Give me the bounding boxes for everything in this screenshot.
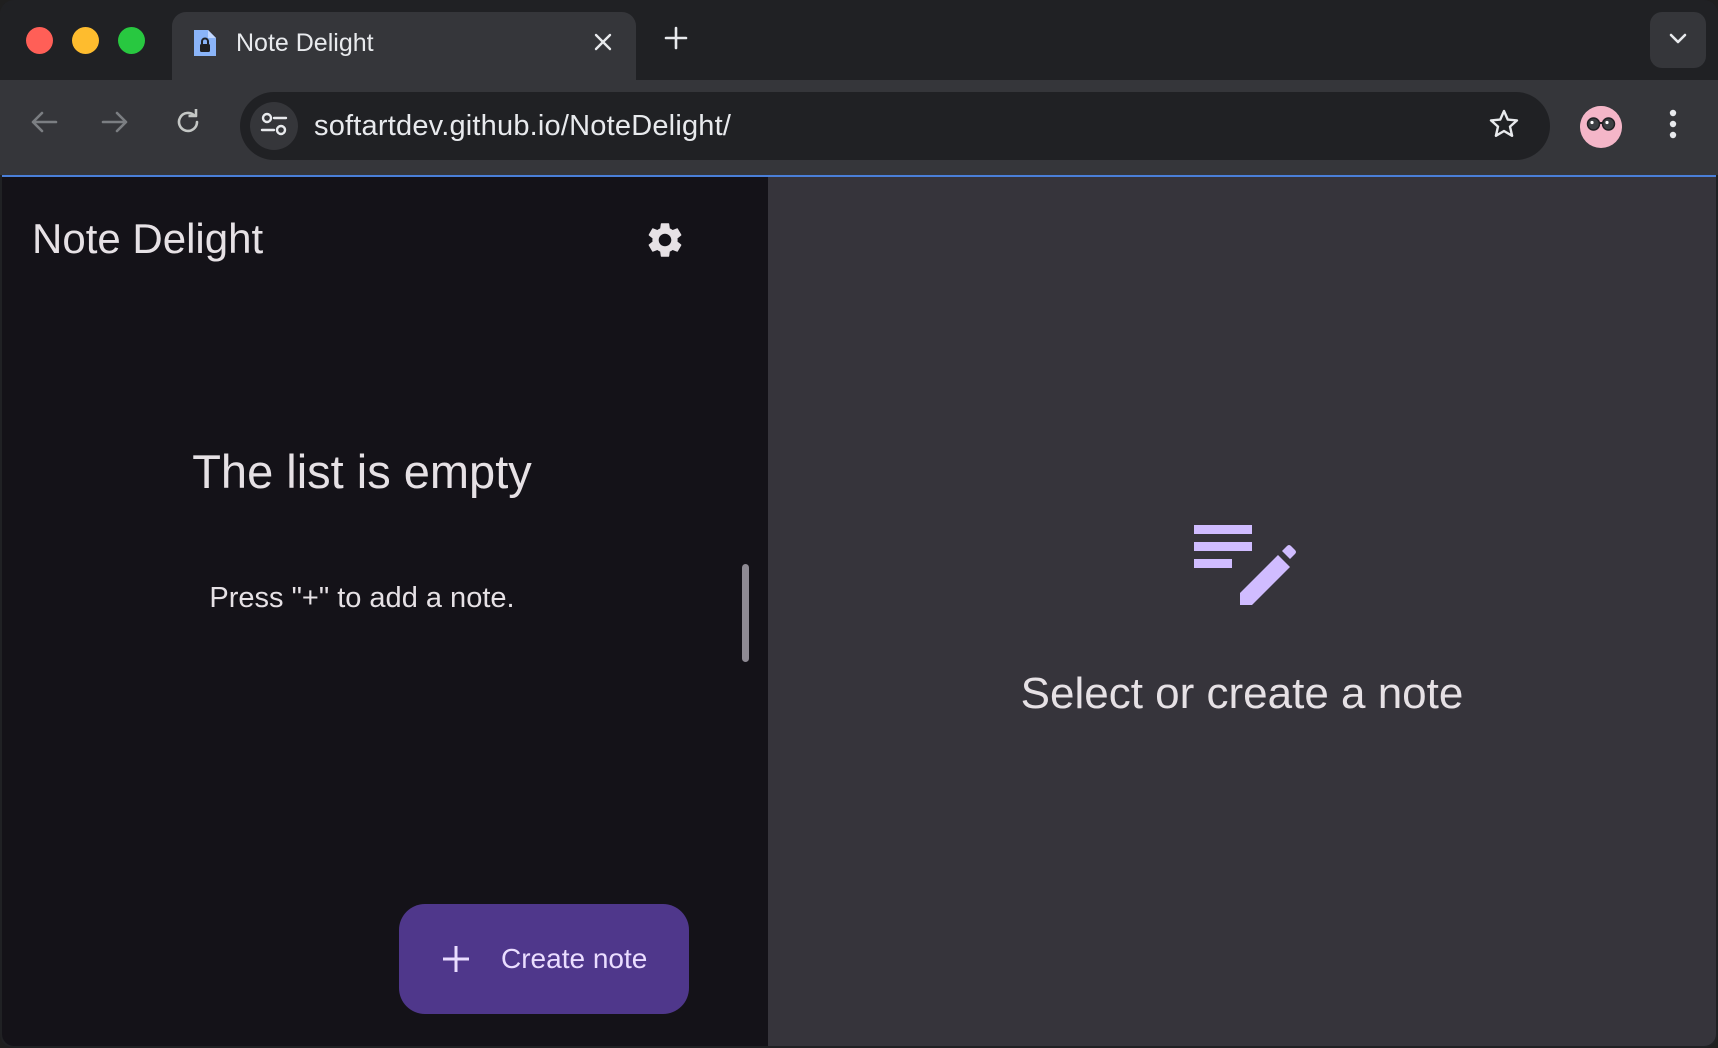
back-button[interactable] (22, 102, 66, 146)
star-icon (1488, 108, 1520, 145)
site-info-button[interactable] (250, 102, 298, 150)
avatar-icon (1580, 106, 1622, 148)
arrow-right-icon (101, 110, 129, 139)
tab-strip: Note Delight (0, 0, 1718, 80)
reload-icon (174, 108, 202, 141)
plus-icon (439, 942, 473, 976)
tab-note-delight[interactable]: Note Delight (172, 12, 636, 80)
app-title: Note Delight (32, 215, 264, 262)
url-path: /NoteDelight/ (560, 110, 732, 142)
note-detail-pane: Select or create a note (768, 177, 1716, 1046)
tab-title: Note Delight (236, 29, 374, 57)
document-lock-icon (192, 28, 218, 58)
minimize-window-button[interactable] (72, 27, 99, 54)
more-vertical-icon (1669, 109, 1677, 144)
empty-list-hint: Press "+" to add a note. (209, 582, 515, 614)
create-note-label: Create note (501, 943, 648, 974)
new-tab-button[interactable] (656, 20, 696, 60)
note-list-pane: Note Delight The list is empty Press "+"… (2, 177, 768, 1046)
address-bar[interactable]: softartdev.github.io/NoteDelight/ (240, 92, 1550, 160)
url-text[interactable]: softartdev.github.io/NoteDelight/ (314, 108, 731, 144)
profile-button[interactable] (1580, 106, 1622, 148)
tune-icon (260, 111, 288, 142)
close-window-button[interactable] (26, 27, 53, 54)
reload-button[interactable] (166, 102, 210, 146)
arrow-left-icon (30, 110, 58, 139)
settings-button[interactable] (640, 217, 690, 267)
url-host: softartdev.github.io (314, 110, 561, 142)
maximize-window-button[interactable] (118, 27, 145, 54)
bookmark-button[interactable] (1484, 106, 1524, 146)
empty-detail-prompt: Select or create a note (1020, 669, 1464, 718)
gear-icon (644, 219, 686, 266)
close-icon[interactable] (586, 25, 620, 59)
plus-icon (664, 26, 688, 55)
edit-note-icon (1192, 523, 1296, 611)
chevron-down-icon (1668, 31, 1688, 50)
forward-button[interactable] (93, 102, 137, 146)
page-viewport: Note Delight The list is empty Press "+"… (2, 175, 1716, 1046)
create-note-button[interactable]: Create note (399, 904, 689, 1014)
tab-search-button[interactable] (1650, 12, 1706, 68)
browser-toolbar: softartdev.github.io/NoteDelight/ (0, 80, 1718, 175)
browser-menu-button[interactable] (1655, 104, 1691, 148)
list-scrollbar[interactable] (742, 564, 749, 662)
empty-list-title: The list is empty (192, 445, 532, 498)
browser-window: Note Delight softartdev.github.io/NoteDe… (0, 0, 1718, 1048)
